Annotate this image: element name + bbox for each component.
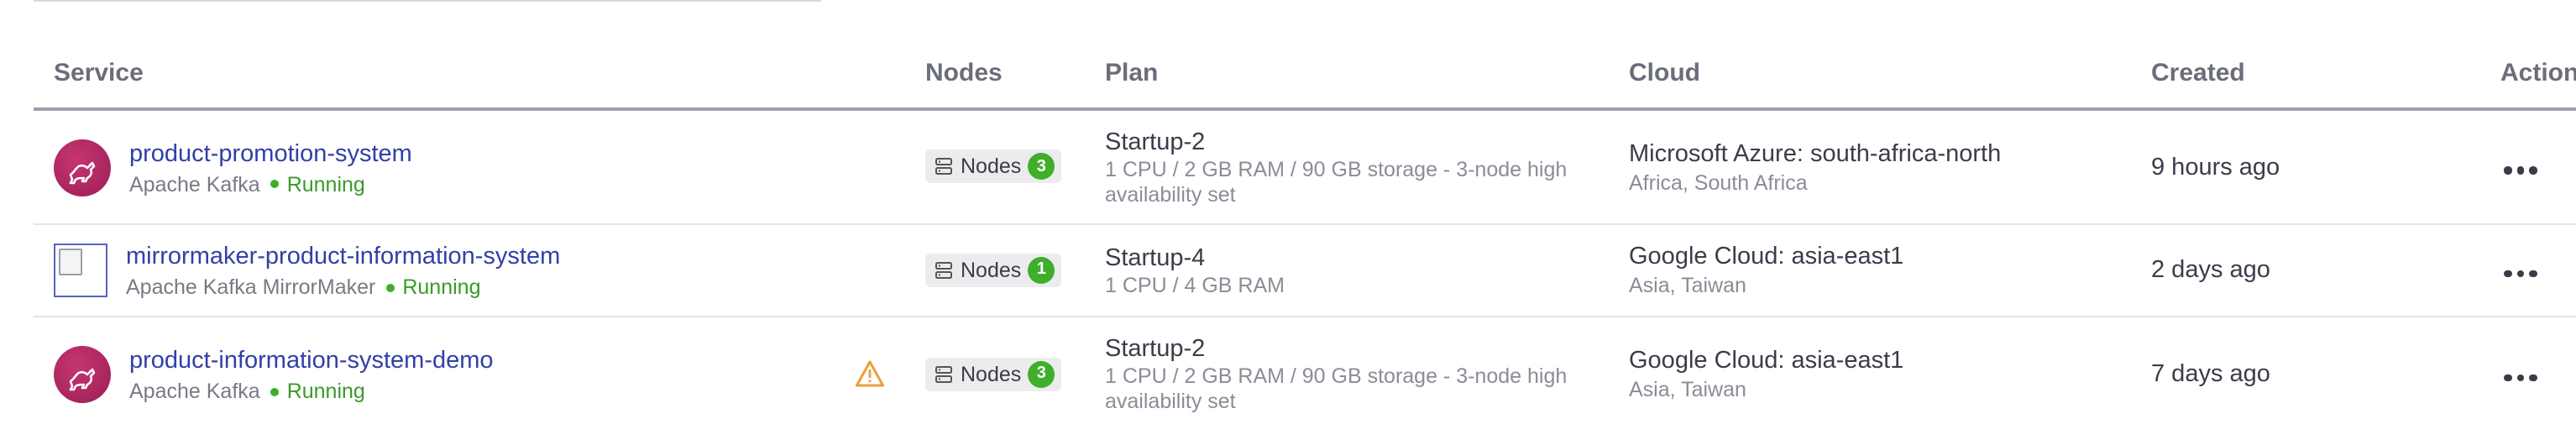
more-actions-icon[interactable] [2504,374,2537,381]
service-name-link[interactable]: product-information-system-demo [129,346,494,378]
cloud-cell: Google Cloud: asia-east1 Asia, Taiwan [1609,224,2131,317]
warning-icon[interactable] [855,359,885,388]
nodes-count: 1 [1028,256,1055,283]
service-cell: mirrormaker-product-information-system A… [34,224,905,317]
nodes-cell: Nodes 3 [905,109,1085,225]
status-badge: Running [286,172,365,196]
cloud-region: Asia, Taiwan [1629,274,1746,297]
header-nodes[interactable]: Nodes [905,37,1085,111]
broken-image-icon [54,244,107,297]
header-plan[interactable]: Plan [1085,37,1609,111]
cloud-cell: Microsoft Azure: south-africa-north Afri… [1609,109,2131,225]
table-row[interactable]: mirrormaker-product-information-system A… [34,224,2576,317]
cloud-name: Microsoft Azure: south-africa-north [1629,140,2002,167]
action-cell [2480,317,2576,432]
header-action: Action [2480,37,2576,111]
cloud-cell: Google Cloud: asia-east1 Asia, Taiwan [1609,317,2131,432]
cloud-region: Africa, South Africa [1629,170,1808,194]
search-underline [34,0,821,2]
nodes-badge[interactable]: Nodes 1 [925,253,1062,286]
nodes-count: 3 [1028,360,1055,387]
server-icon [935,261,952,278]
plan-name: Startup-2 [1105,336,1206,363]
created-cell: 7 days ago [2131,317,2480,432]
kafka-icon [54,139,111,196]
plan-cell: Startup-2 1 CPU / 2 GB RAM / 90 GB stora… [1085,317,1609,432]
service-type: Apache Kafka MirrorMaker [126,275,376,299]
status-dot-icon [385,283,395,291]
table-row[interactable]: product-promotion-system Apache Kafka Ru… [34,109,2576,225]
header-created[interactable]: Created [2131,37,2480,111]
header-service[interactable]: Service [34,37,905,111]
cloud-name: Google Cloud: asia-east1 [1629,348,1904,375]
plan-description: 1 CPU / 2 GB RAM / 90 GB storage - 3-nod… [1105,364,1568,413]
table-row[interactable]: product-information-system-demo Apache K… [34,317,2576,432]
plan-cell: Startup-2 1 CPU / 2 GB RAM / 90 GB stora… [1085,109,1609,225]
more-actions-icon[interactable] [2504,166,2537,174]
status-badge: Running [402,275,481,299]
nodes-badge[interactable]: Nodes 3 [925,149,1062,183]
more-actions-icon[interactable] [2504,270,2537,277]
services-table: Service Nodes Plan Cloud Created Action … [34,37,2576,432]
kafka-icon [54,346,111,403]
service-cell: product-information-system-demo Apache K… [34,317,905,432]
nodes-label: Nodes [961,362,1022,385]
service-name-link[interactable]: product-promotion-system [129,139,412,170]
server-icon [935,365,952,382]
header-cloud[interactable]: Cloud [1609,37,2131,111]
nodes-count: 3 [1028,153,1055,180]
created-cell: 9 hours ago [2131,109,2480,225]
cloud-name: Google Cloud: asia-east1 [1629,244,1904,270]
plan-description: 1 CPU / 4 GB RAM [1105,273,1285,296]
created-time: 9 hours ago [2151,154,2280,181]
status-badge: Running [286,380,365,403]
status-dot-icon [270,180,279,188]
service-type: Apache Kafka [129,172,260,196]
server-icon [935,158,952,175]
plan-name: Startup-2 [1105,128,1206,155]
plan-cell: Startup-4 1 CPU / 4 GB RAM [1085,224,1609,317]
action-cell [2480,109,2576,225]
created-cell: 2 days ago [2131,224,2480,317]
cloud-region: Asia, Taiwan [1629,378,1746,401]
plan-name: Startup-4 [1105,244,1206,271]
nodes-cell: Nodes 1 [905,224,1085,317]
nodes-cell: Nodes 3 [905,317,1085,432]
service-cell: product-promotion-system Apache Kafka Ru… [34,109,905,225]
service-type: Apache Kafka [129,380,260,403]
nodes-badge[interactable]: Nodes 3 [925,357,1062,390]
nodes-label: Nodes [961,155,1022,178]
table-header-row: Service Nodes Plan Cloud Created Action [34,37,2576,111]
nodes-label: Nodes [961,258,1022,281]
status-dot-icon [270,387,279,395]
action-cell [2480,224,2576,317]
created-time: 2 days ago [2151,257,2270,284]
plan-description: 1 CPU / 2 GB RAM / 90 GB storage - 3-nod… [1105,157,1568,206]
service-name-link[interactable]: mirrormaker-product-information-system [126,242,560,274]
created-time: 7 days ago [2151,361,2270,388]
